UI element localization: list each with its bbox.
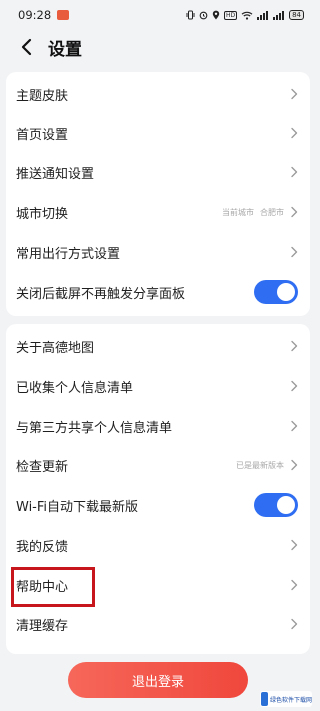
settings-item-screenshot-share: 关闭后截屏不再触发分享面板 <box>6 272 310 312</box>
settings-item-label: 常用出行方式设置 <box>16 246 121 262</box>
chevron-right-icon <box>291 246 298 258</box>
alarm-icon <box>199 11 208 20</box>
settings-item-third-party-sharing[interactable]: 与第三方共享个人信息清单 <box>6 406 310 446</box>
settings-item-label: 关于高德地图 <box>16 340 95 356</box>
settings-item-push-notifications[interactable]: 推送通知设置 <box>6 152 310 192</box>
current-city-caption: 当前城市 <box>222 207 254 217</box>
page-title: 设置 <box>48 39 82 60</box>
wifi-auto-download-toggle[interactable] <box>254 493 298 517</box>
version-status: 已是最新版本 <box>236 460 284 470</box>
chevron-right-icon <box>291 127 298 139</box>
status-icons: HD 84 <box>186 10 304 20</box>
settings-item-feedback[interactable]: 我的反馈 <box>6 525 310 565</box>
settings-item-clear-cache[interactable]: 清理缓存 <box>6 604 310 644</box>
settings-item-label: 帮助中心 <box>16 579 69 595</box>
watermark-logo-icon <box>261 692 268 706</box>
battery-indicator: 84 <box>289 10 304 20</box>
settings-item-about[interactable]: 关于高德地图 <box>6 326 310 366</box>
settings-item-label: 首页设置 <box>16 127 69 143</box>
settings-item-theme-skin[interactable]: 主题皮肤 <box>6 74 310 114</box>
settings-card-about: 关于高德地图 已收集个人信息清单 与第三方共享个人信息清单 检查更新 已是最新版… <box>6 324 310 654</box>
logout-button[interactable]: 退出登录 <box>68 662 248 698</box>
settings-item-travel-mode[interactable]: 常用出行方式设置 <box>6 232 310 272</box>
wifi-icon <box>241 11 253 20</box>
screenshot-share-toggle[interactable] <box>254 280 298 304</box>
location-icon <box>212 10 220 20</box>
signal-icon-1 <box>257 10 269 20</box>
nav-bar: 设置 <box>0 30 316 64</box>
settings-item-label: 关闭后截屏不再触发分享面板 <box>16 286 186 302</box>
settings-item-label: 检查更新 <box>16 459 69 475</box>
hd-icon: HD <box>223 10 238 20</box>
toggle-knob <box>277 496 295 514</box>
toggle-knob <box>277 283 295 301</box>
chevron-left-icon <box>21 38 32 56</box>
settings-item-label: 推送通知设置 <box>16 166 95 182</box>
settings-item-label: 与第三方共享个人信息清单 <box>16 420 173 436</box>
settings-item-city-switch[interactable]: 城市切换 当前城市 合肥市 <box>6 192 310 232</box>
chevron-right-icon <box>291 420 298 432</box>
settings-item-label: 主题皮肤 <box>16 88 69 104</box>
settings-item-label: 城市切换 <box>16 206 69 222</box>
settings-item-label: 已收集个人信息清单 <box>16 380 134 396</box>
back-button[interactable] <box>14 35 38 59</box>
settings-item-wifi-auto-download: Wi-Fi自动下载最新版 <box>6 485 310 525</box>
status-time: 09:28 <box>18 8 52 22</box>
watermark-text: 绿色软件下载网 <box>269 696 312 704</box>
settings-card-general: 主题皮肤 首页设置 推送通知设置 城市切换 当前城市 合肥市 常用出行方式设置 … <box>6 72 310 316</box>
chevron-right-icon <box>291 340 298 352</box>
status-bar: 09:28 HD 84 <box>0 0 316 30</box>
chevron-right-icon <box>291 88 298 100</box>
watermark: 绿色软件下载网 <box>260 691 312 707</box>
chevron-right-icon <box>291 380 298 392</box>
chevron-right-icon <box>291 539 298 551</box>
signal-icon-2 <box>273 10 285 20</box>
settings-item-check-update[interactable]: 检查更新 已是最新版本 <box>6 445 310 485</box>
chevron-right-icon <box>291 206 298 218</box>
current-city-value: 合肥市 <box>260 207 284 217</box>
chevron-right-icon <box>291 579 298 591</box>
settings-item-label: Wi-Fi自动下载最新版 <box>16 499 139 515</box>
settings-item-label: 清理缓存 <box>16 618 69 634</box>
settings-item-label: 我的反馈 <box>16 539 69 555</box>
settings-item-home-settings[interactable]: 首页设置 <box>6 113 310 153</box>
notification-app-icon <box>57 10 70 20</box>
vibrate-icon <box>186 10 195 20</box>
settings-item-help-center[interactable]: 帮助中心 <box>6 565 310 605</box>
settings-item-collected-info[interactable]: 已收集个人信息清单 <box>6 366 310 406</box>
chevron-right-icon <box>291 618 298 630</box>
chevron-right-icon <box>291 166 298 178</box>
chevron-right-icon <box>291 459 298 471</box>
